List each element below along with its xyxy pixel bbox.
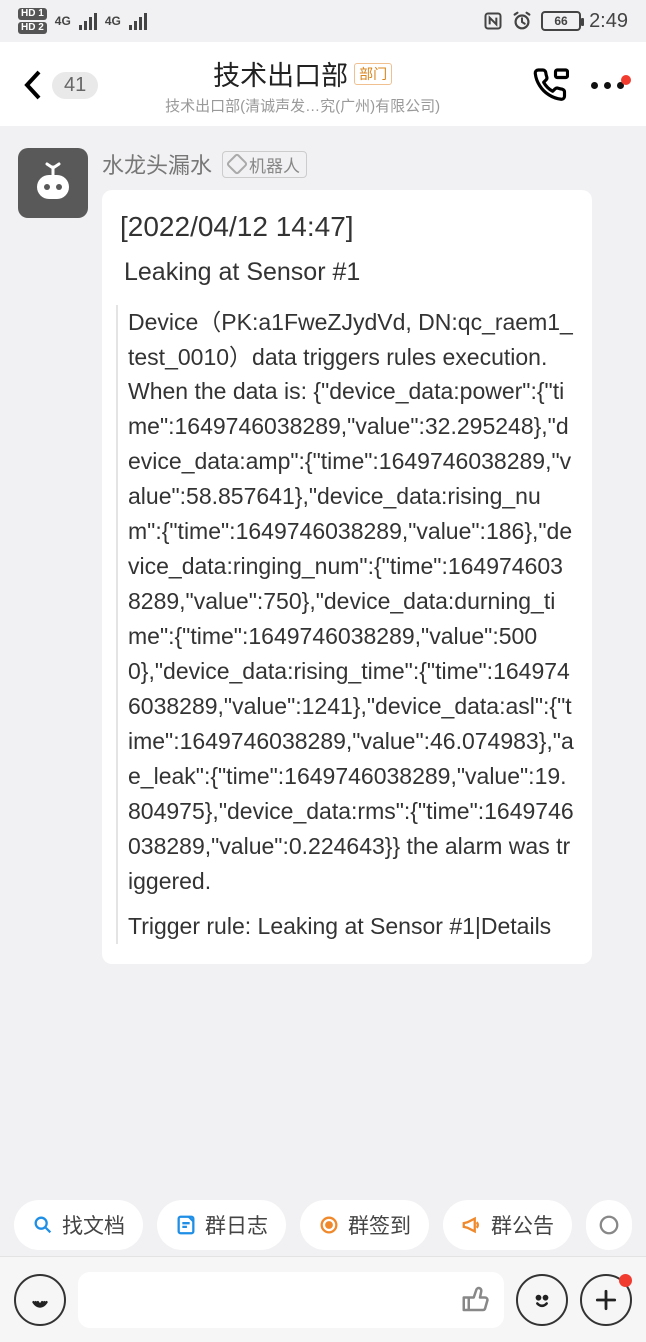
emoji-button[interactable] — [516, 1274, 568, 1326]
network-2-label: 4G — [105, 16, 121, 26]
shortcut-label: 找文档 — [62, 1210, 125, 1240]
sender-name: 水龙头漏水 — [102, 148, 212, 180]
shortcut-more[interactable] — [586, 1200, 632, 1250]
notification-dot-icon — [621, 75, 631, 85]
shortcut-find-doc[interactable]: 找文档 — [14, 1200, 143, 1250]
plus-icon — [593, 1287, 619, 1313]
alert-title: Leaking at Sensor #1 — [124, 253, 574, 291]
shortcut-label: 群签到 — [348, 1210, 411, 1240]
add-button[interactable] — [580, 1274, 632, 1326]
checkin-icon — [318, 1214, 340, 1236]
status-bar: HD 1 HD 2 4G 4G 66 2:49 — [0, 0, 646, 42]
hd-indicators: HD 1 HD 2 — [18, 8, 47, 34]
shortcut-label: 群公告 — [491, 1210, 554, 1240]
shortcut-label: 群日志 — [205, 1210, 268, 1240]
signal-2-icon — [129, 12, 147, 30]
dept-tag: 部门 — [354, 63, 392, 85]
battery-icon: 66 — [541, 11, 581, 31]
message-timestamp: [2022/04/12 14:47] — [120, 206, 574, 249]
mic-icon — [27, 1287, 53, 1313]
shortcut-group-notice[interactable]: 群公告 — [443, 1200, 572, 1250]
robot-icon — [29, 159, 77, 207]
notification-dot-icon — [619, 1274, 632, 1287]
chevron-left-icon — [22, 68, 44, 102]
message-bubble[interactable]: [2022/04/12 14:47] Leaking at Sensor #1 … — [102, 190, 592, 964]
message-body: Device（PK:a1FweZJydVd, DN:qc_raem1_test_… — [128, 305, 574, 899]
trigger-rule: Trigger rule: Leaking at Sensor #1|Detai… — [128, 909, 574, 944]
clock: 2:49 — [589, 10, 628, 33]
chat-subtitle: 技术出口部(清诚声发…究(广州)有限公司) — [72, 95, 533, 116]
log-icon — [175, 1214, 197, 1236]
megaphone-icon — [461, 1214, 483, 1236]
more-icon — [598, 1214, 620, 1236]
call-icon[interactable] — [533, 67, 569, 103]
thumbs-up-icon[interactable] — [460, 1285, 490, 1315]
network-1-label: 4G — [55, 16, 71, 26]
bot-avatar[interactable] — [18, 148, 88, 218]
chat-header: 41 技术出口部 部门 技术出口部(清诚声发…究(广州)有限公司) — [0, 42, 646, 126]
bot-tag: 机器人 — [222, 151, 307, 178]
smile-icon — [528, 1286, 556, 1314]
chat-title: 技术出口部 — [213, 54, 348, 93]
nfc-icon — [483, 11, 503, 31]
shortcut-group-log[interactable]: 群日志 — [157, 1200, 286, 1250]
shortcut-row: 找文档 群日志 群签到 群公告 — [0, 1200, 646, 1250]
shortcut-group-checkin[interactable]: 群签到 — [300, 1200, 429, 1250]
alarm-icon — [511, 10, 533, 32]
menu-button[interactable] — [591, 82, 624, 89]
search-doc-icon — [32, 1214, 54, 1236]
bot-message: 水龙头漏水 机器人 [2022/04/12 14:47] Leaking at … — [18, 148, 628, 964]
message-input[interactable] — [78, 1272, 504, 1328]
voice-button[interactable] — [14, 1274, 66, 1326]
signal-1-icon — [79, 12, 97, 30]
input-bar — [0, 1256, 646, 1342]
